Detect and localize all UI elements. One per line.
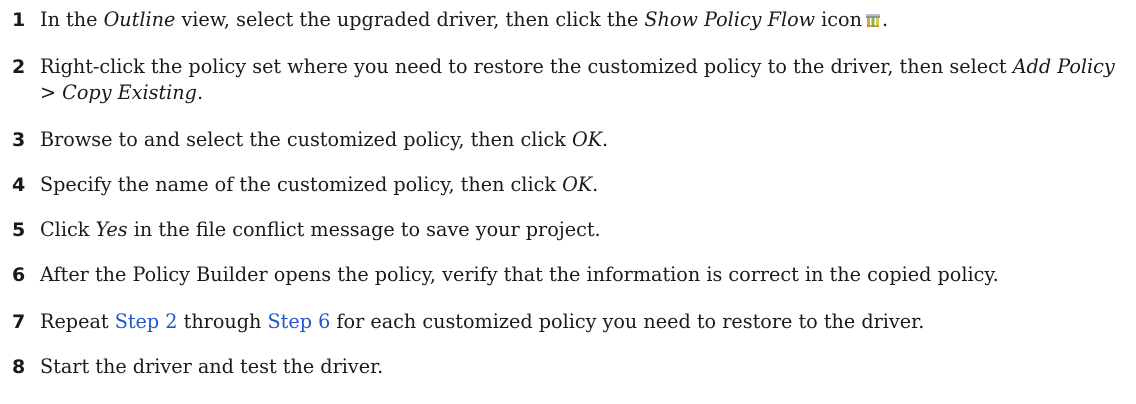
step-8: 8 Start the driver and test the driver. — [12, 349, 1128, 380]
outline-view-term: Outline — [103, 8, 176, 31]
step-text: After the Policy Builder opens the polic… — [40, 263, 999, 286]
step-number: 6 — [12, 264, 26, 286]
step-1: 1 In the Outline view, select the upgrad… — [12, 2, 1128, 33]
yes-term: Yes — [95, 218, 128, 241]
step-text: Start the driver and test the driver. — [40, 355, 384, 378]
step-5: 5 Click Yes in the file conflict message… — [12, 212, 1128, 243]
step-text: Browse to and select the customized poli… — [40, 128, 609, 151]
procedure-steps: 1 In the Outline view, select the upgrad… — [12, 2, 1128, 380]
step-number: 5 — [12, 219, 26, 241]
step-2-link[interactable]: Step 2 — [115, 310, 178, 333]
step-3: 3 Browse to and select the customized po… — [12, 122, 1128, 153]
step-text: Click Yes in the file conflict message t… — [40, 218, 601, 241]
step-text: In the Outline view, select the upgraded… — [40, 8, 889, 31]
step-number: 1 — [12, 9, 26, 31]
step-6-link[interactable]: Step 6 — [268, 310, 331, 333]
step-text: Right-click the policy set where you nee… — [40, 55, 1115, 104]
step-text: Specify the name of the customized polic… — [40, 173, 599, 196]
ok-term: OK — [562, 173, 593, 196]
step-number: 4 — [12, 174, 26, 196]
step-number: 3 — [12, 129, 26, 151]
step-2: 2 Right-click the policy set where you n… — [12, 49, 1128, 106]
show-policy-flow-icon — [865, 14, 880, 27]
step-text: Repeat Step 2 through Step 6 for each cu… — [40, 310, 925, 333]
show-policy-flow-term: Show Policy Flow — [644, 8, 816, 31]
step-6: 6 After the Policy Builder opens the pol… — [12, 257, 1128, 288]
step-number: 2 — [12, 56, 26, 78]
step-number: 8 — [12, 356, 26, 378]
step-number: 7 — [12, 311, 26, 333]
ok-term: OK — [571, 128, 603, 151]
step-4: 4 Specify the name of the customized pol… — [12, 167, 1128, 198]
step-7: 7 Repeat Step 2 through Step 6 for each … — [12, 304, 1128, 335]
